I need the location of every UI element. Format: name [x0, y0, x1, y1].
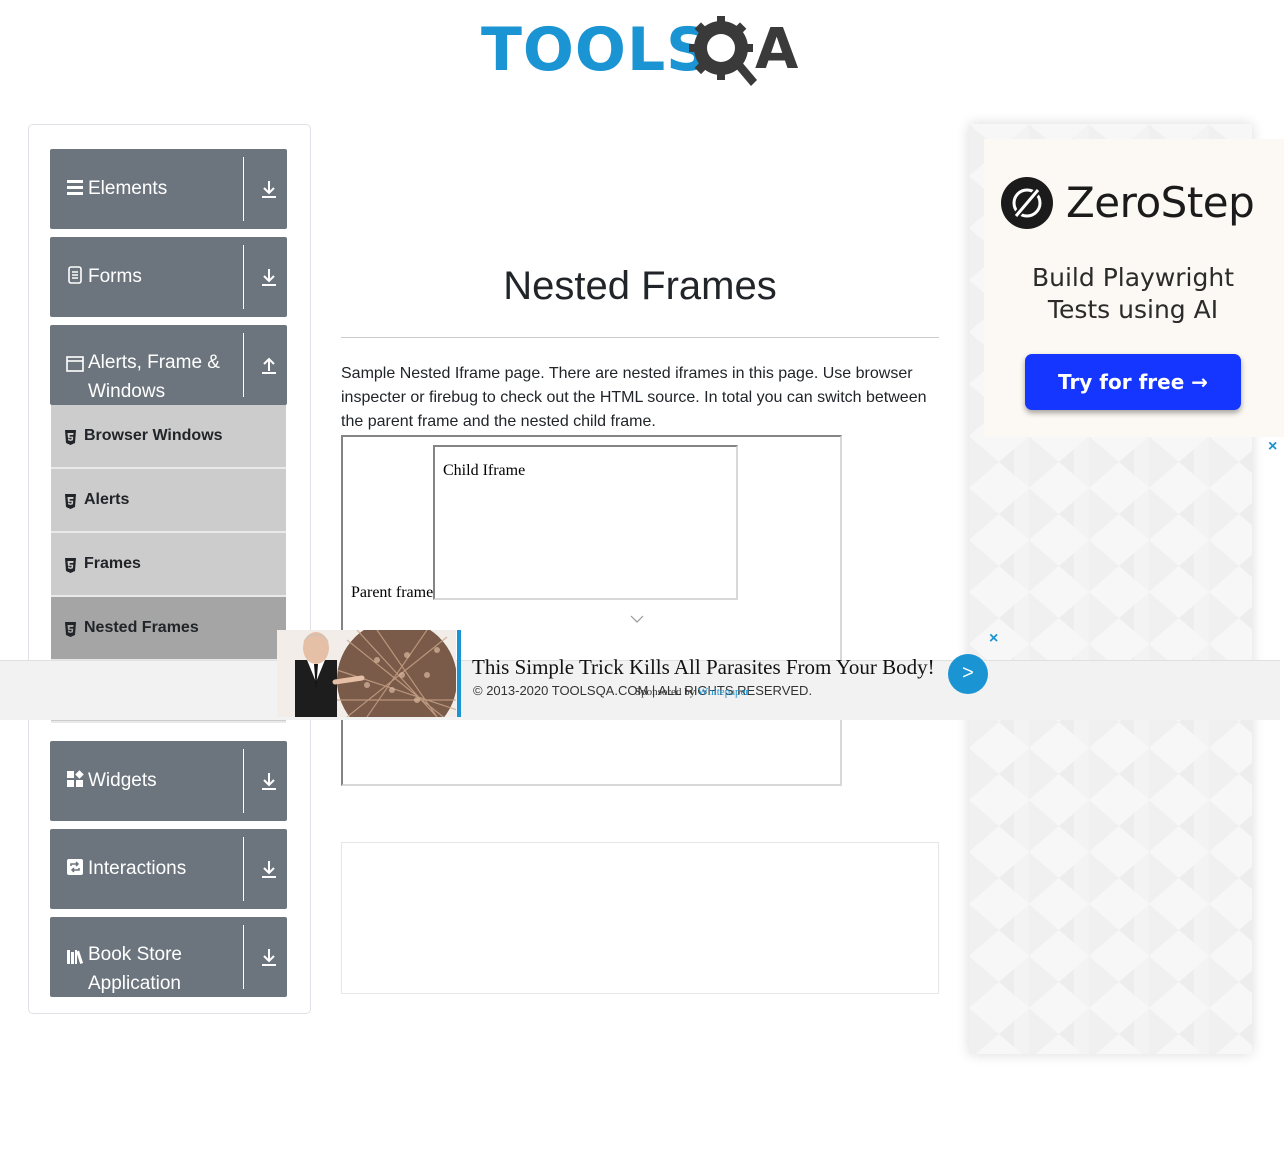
- html5-icon: [65, 622, 76, 637]
- group-alerts-frame-windows[interactable]: Alerts, Frame & Windows: [50, 325, 287, 405]
- group-widgets[interactable]: Widgets: [50, 741, 287, 821]
- group-label: Forms: [88, 266, 142, 287]
- hamburger-icon: [67, 180, 83, 195]
- toolsqa-logo[interactable]: TOOLS A: [481, 14, 803, 92]
- zerostep-logo-icon: [1001, 177, 1053, 229]
- zerostep-brand: ZeroStep: [1066, 178, 1255, 227]
- group-forms[interactable]: Forms: [50, 237, 287, 317]
- upload-icon: [262, 357, 276, 374]
- swap-icon: [67, 859, 83, 875]
- widgets-icon: [67, 770, 84, 787]
- sidebar-item-frames[interactable]: Frames: [51, 533, 286, 597]
- ad-sponsored-by: Sponsored by Whitepaper: [635, 686, 749, 698]
- page-title: Nested Frames: [503, 264, 777, 308]
- window-icon: [66, 356, 84, 372]
- divider: [243, 837, 244, 901]
- divider: [341, 337, 939, 338]
- chevron-down-icon[interactable]: [630, 614, 644, 624]
- download-icon: [262, 949, 276, 966]
- books-icon: [67, 950, 84, 964]
- divider: [243, 157, 244, 221]
- group-label: Elements: [88, 178, 168, 199]
- sidebar-item-label: Frames: [84, 555, 141, 572]
- group-book-store-application[interactable]: Book Store Application: [50, 917, 287, 997]
- ad-go-button[interactable]: >: [948, 654, 988, 694]
- page-description: Sample Nested Iframe page. There are nes…: [341, 365, 927, 430]
- sidebar-item-browser-windows[interactable]: Browser Windows: [51, 405, 286, 469]
- group-label: Widgets: [88, 770, 157, 791]
- close-icon[interactable]: ×: [989, 630, 998, 648]
- html5-icon: [65, 430, 76, 445]
- divider: [243, 925, 244, 989]
- document-icon: [68, 266, 82, 284]
- try-for-free-button[interactable]: Try for free →: [1025, 354, 1241, 410]
- sidebar-item-nested-frames[interactable]: Nested Frames: [51, 597, 286, 661]
- sidebar-item-label: Alerts: [84, 491, 130, 508]
- html5-icon: [65, 494, 76, 509]
- group-elements[interactable]: Elements: [50, 149, 287, 229]
- download-icon: [262, 181, 276, 198]
- logo-text: TOOLS: [481, 15, 711, 85]
- divider: [243, 749, 244, 813]
- download-icon: [262, 269, 276, 286]
- group-label: Book Store Application: [88, 944, 182, 994]
- close-icon[interactable]: ×: [1268, 438, 1277, 456]
- left-panel: Elements Forms Alerts, Frame & Windows B…: [28, 124, 311, 1014]
- sponsor-link[interactable]: Whitepaper: [698, 686, 749, 698]
- child-frame-text: Child Iframe: [443, 462, 526, 479]
- divider: [243, 333, 244, 397]
- group-interactions[interactable]: Interactions: [50, 829, 287, 909]
- ad-placeholder: [341, 842, 939, 994]
- sidebar-item-alerts[interactable]: Alerts: [51, 469, 286, 533]
- html5-icon: [65, 558, 76, 573]
- parent-frame-text: Parent frame: [351, 584, 434, 601]
- ad-headline[interactable]: This Simple Trick Kills All Parasites Fr…: [472, 655, 935, 680]
- sidebar-item-label: Nested Frames: [84, 619, 199, 636]
- logo-suffix: A: [755, 17, 799, 82]
- zerostep-tagline: Build Playwright Tests using AI: [1031, 263, 1235, 324]
- group-label: Interactions: [88, 858, 187, 879]
- ad-image[interactable]: [277, 630, 456, 717]
- sponsored-prefix: Sponsored by: [635, 686, 696, 698]
- download-icon: [262, 861, 276, 878]
- ad-accent-bar: [457, 630, 461, 717]
- sidebar-item-label: Browser Windows: [84, 427, 223, 444]
- group-label: Alerts, Frame & Windows: [88, 352, 220, 402]
- divider: [243, 245, 244, 309]
- download-icon: [262, 773, 276, 790]
